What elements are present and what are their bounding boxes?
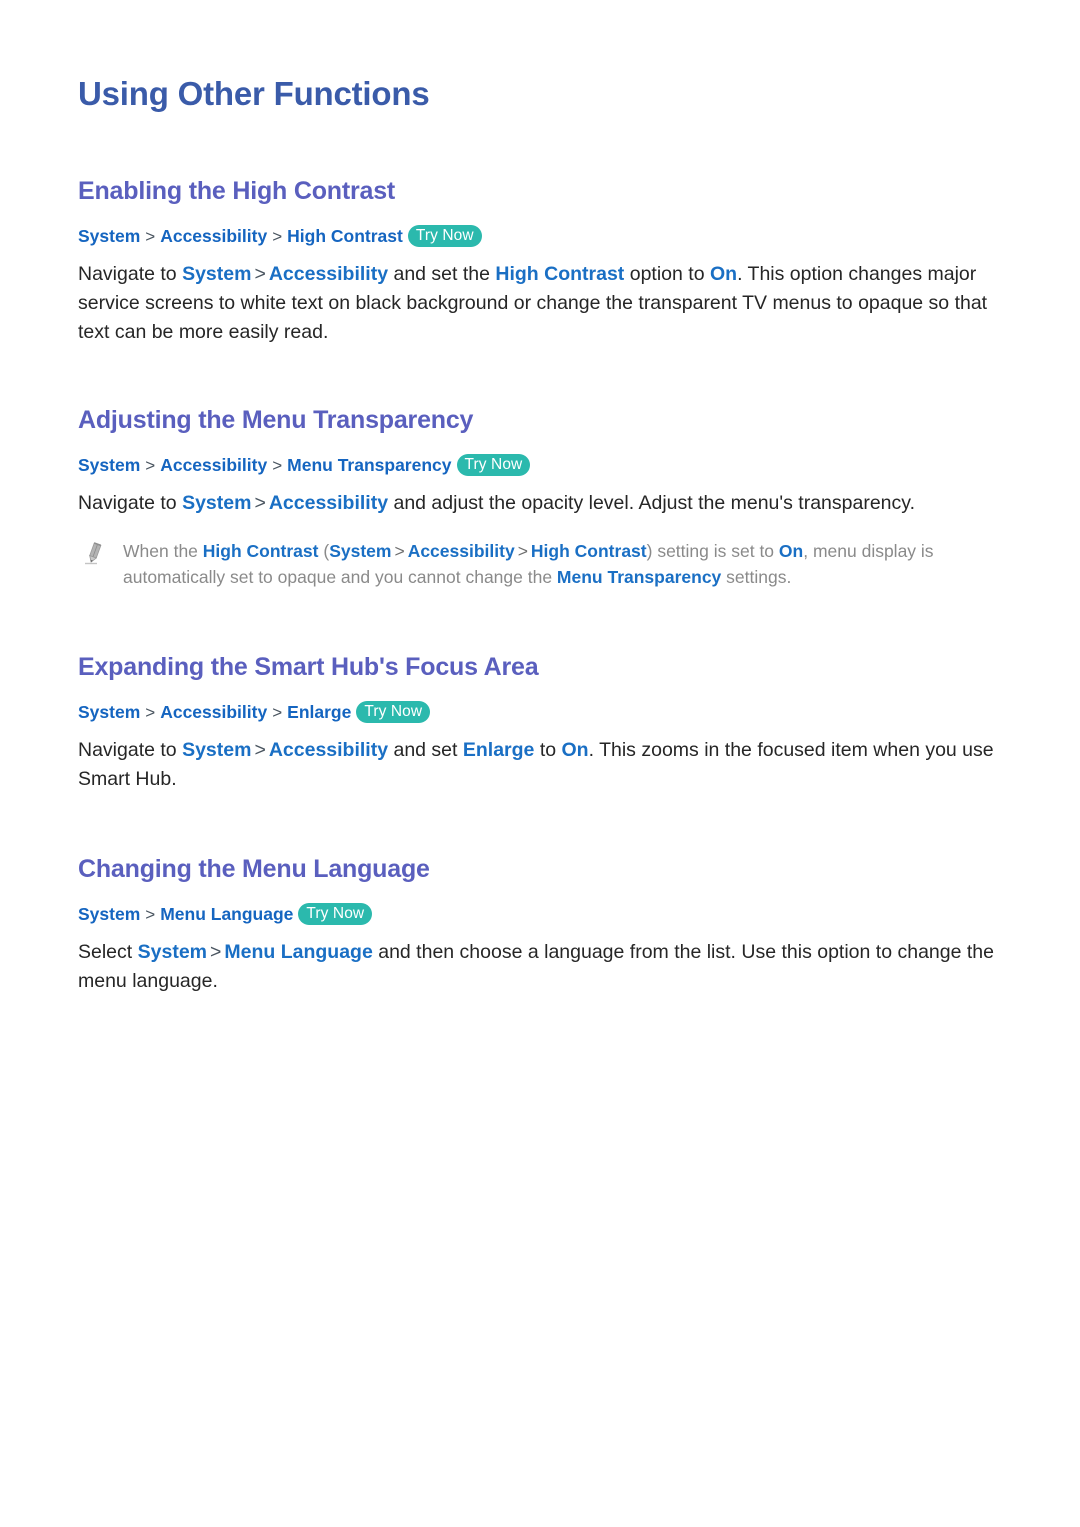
section-expanding-smart-hub-focus-area: Expanding the Smart Hub's Focus Area Sys… [78,652,1020,794]
text-fragment: Navigate to [78,492,183,515]
highlight-accessibility: Accessibility [268,262,389,285]
chevron-right-icon: > [254,739,266,762]
try-now-badge[interactable]: Try Now [456,454,531,477]
breadcrumb-crumb-system[interactable]: System [78,455,140,475]
try-now-badge[interactable]: Try Now [356,701,431,724]
highlight-on: On [561,739,589,762]
breadcrumb-crumb-system[interactable]: System [78,904,140,924]
breadcrumb: System > Accessibility > High Contrast Try No… [78,224,1020,248]
highlight-high-contrast: High Contrast [530,540,647,561]
section-heading: Expanding the Smart Hub's Focus Area [78,652,539,681]
chevron-right-icon: > [517,540,528,561]
chevron-right-icon: > [272,226,283,246]
chevron-right-icon: > [254,262,266,285]
highlight-system: System [137,941,207,964]
text-fragment: settings. [721,566,792,587]
text-fragment: to [534,739,562,762]
text-fragment: option to [624,262,710,285]
chevron-right-icon: > [210,941,222,964]
highlight-system: System [182,262,252,285]
breadcrumb: System > Accessibility > Enlarge Try Now [78,701,1020,724]
breadcrumb-crumb-menu-language[interactable]: Menu Language [160,904,293,924]
section-paragraph: Navigate to System > Accessibility and set… [78,736,1008,794]
chevron-right-icon: > [145,226,156,246]
highlight-enlarge: Enlarge [462,739,535,762]
breadcrumb-crumb-enlarge[interactable]: Enlarge [287,702,351,722]
pencil-icon [83,542,105,566]
highlight-system: System [182,739,252,762]
text-fragment: Navigate to [78,262,183,285]
section-heading: Adjusting the Menu Transparency [78,405,474,434]
note-text: When the High Contrast (System > Accessibi… [123,538,1008,590]
text-fragment: setting is set to [652,540,779,561]
breadcrumb-crumb-high-contrast[interactable]: High Contrast [287,226,403,246]
highlight-on: On [709,262,738,285]
text-fragment: Navigate to [78,739,183,762]
highlight-on: On [778,540,804,561]
text-fragment: When the [123,540,203,561]
text-fragment: and set the [388,262,496,285]
breadcrumb-crumb-system[interactable]: System [78,702,140,722]
highlight-accessibility: Accessibility [407,540,515,561]
highlight-accessibility: Accessibility [268,739,389,762]
section-heading: Enabling the High Contrast [78,176,396,205]
section-paragraph: Select System > Menu Language and then cho… [78,938,1008,996]
section-adjusting-menu-transparency: Adjusting the Menu Transparency System > A… [78,405,1020,590]
document-page: Using Other Functions Enabling the High … [0,0,1080,1527]
section-paragraph: Navigate to System > Accessibility and set… [78,260,1008,347]
try-now-badge[interactable]: Try Now [407,224,482,247]
chevron-right-icon: > [145,703,156,723]
highlight-high-contrast: High Contrast [202,540,319,561]
chevron-right-icon: > [145,905,156,925]
text-fragment: and set [388,739,463,762]
text-fragment: Select [78,941,138,964]
section-paragraph: Navigate to System > Accessibility and adj… [78,489,1008,518]
highlight-high-contrast: High Contrast [495,262,625,285]
breadcrumb-crumb-system[interactable]: System [78,226,140,246]
breadcrumb-crumb-menu-transparency[interactable]: Menu Transparency [287,455,451,475]
section-heading: Changing the Menu Language [78,855,430,884]
highlight-system: System [329,540,392,561]
breadcrumb-crumb-accessibility[interactable]: Accessibility [160,702,267,722]
try-now-badge[interactable]: Try Now [298,903,373,926]
text-fragment: and adjust the opacity level. Adjust the… [388,492,915,515]
note-block: When the High Contrast (System > Accessibi… [78,538,1008,590]
breadcrumb: System > Accessibility > Menu Transparency Tr… [78,454,1020,477]
chevron-right-icon: > [272,703,283,723]
highlight-system: System [182,492,252,515]
chevron-right-icon: > [254,492,266,515]
highlight-menu-language: Menu Language [224,941,373,964]
chevron-right-icon: > [272,456,283,476]
highlight-menu-transparency: Menu Transparency [556,566,722,587]
breadcrumb-crumb-accessibility[interactable]: Accessibility [160,226,267,246]
section-changing-menu-language: Changing the Menu Language System > Menu L… [78,854,1020,996]
chevron-right-icon: > [145,456,156,476]
chevron-right-icon: > [394,540,405,561]
highlight-accessibility: Accessibility [268,492,389,515]
text-fragment: ( [318,540,330,561]
page-title: Using Other Functions [78,75,430,112]
breadcrumb-crumb-accessibility[interactable]: Accessibility [160,455,267,475]
section-enabling-high-contrast: Enabling the High Contrast System > Access… [78,176,1020,347]
breadcrumb: System > Menu Language Try Now [78,903,1020,926]
